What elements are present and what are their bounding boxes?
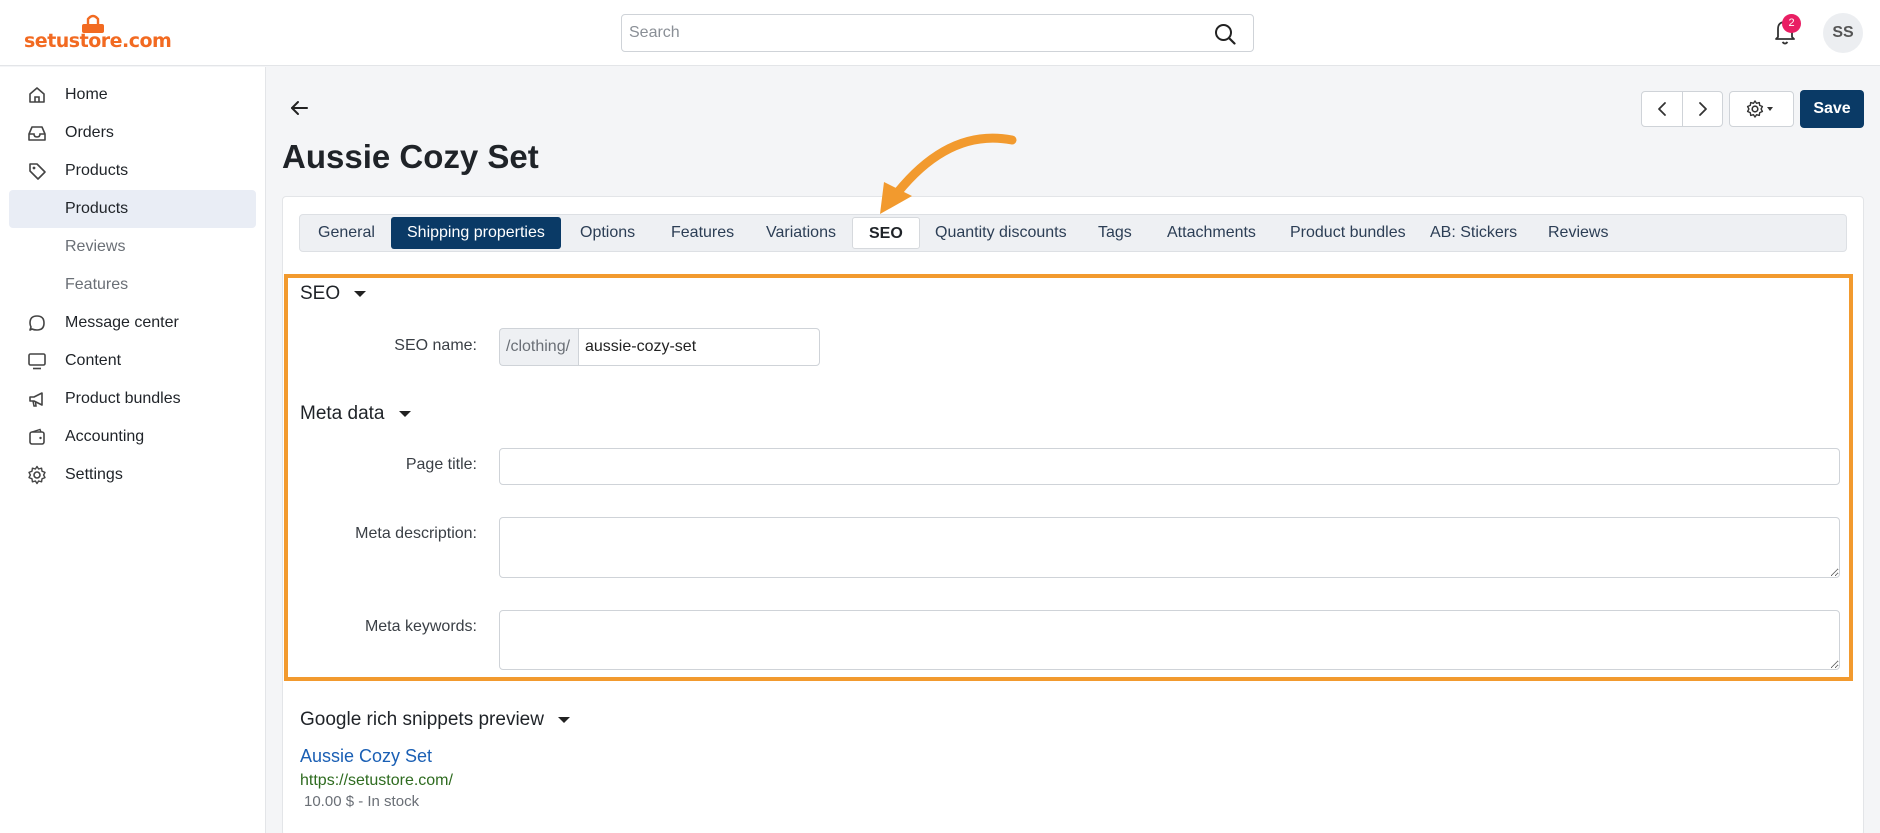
sidebar-item-label: Content	[65, 352, 122, 369]
sidebar-item-settings[interactable]: Settings	[0, 456, 266, 494]
gear-icon	[1746, 100, 1773, 118]
sidebar: Home Orders Products Products Reviews Fe…	[0, 67, 266, 833]
back-arrow-icon[interactable]	[287, 96, 311, 120]
meta-description-label: Meta description:	[355, 525, 477, 542]
shopping-bag-icon	[82, 14, 104, 33]
sidebar-item-label: Accounting	[65, 428, 145, 445]
tab-bar: General Shipping properties Options Feat…	[299, 214, 1847, 252]
inbox-icon	[28, 126, 46, 141]
page-title-input[interactable]	[499, 448, 1840, 485]
sidebar-item-label: Products	[65, 162, 129, 179]
home-icon	[29, 87, 45, 103]
seo-name-label: SEO name:	[394, 337, 477, 354]
top-bar: setustore.com 2 SS	[0, 0, 1880, 66]
tab-ab-stickers[interactable]: AB: Stickers	[1414, 217, 1533, 249]
annotation-arrow-icon	[880, 133, 1017, 214]
sidebar-subitem-features[interactable]: Features	[0, 266, 266, 304]
caret-down-icon	[354, 291, 367, 297]
sidebar-item-label: Features	[65, 276, 129, 293]
tab-shipping-properties[interactable]: Shipping properties	[391, 217, 561, 249]
sidebar-item-label: Settings	[65, 466, 123, 483]
tag-icon	[29, 163, 46, 180]
settings-dropdown-button[interactable]	[1729, 91, 1794, 127]
page-title-label: Page title:	[405, 456, 477, 473]
notification-badge: 2	[1782, 14, 1801, 33]
section-title: Google rich snippets preview	[300, 709, 544, 730]
meta-description-textarea[interactable]	[499, 517, 1840, 578]
section-title: SEO	[300, 283, 341, 304]
snippet-meta: 10.00 $ - In stock	[304, 793, 420, 810]
tab-variations[interactable]: Variations	[750, 217, 852, 249]
search-icon[interactable]	[1214, 23, 1236, 45]
seo-name-prefix: /clothing/	[499, 328, 578, 366]
snippet-title: Aussie Cozy Set	[300, 746, 433, 766]
next-button[interactable]	[1683, 92, 1723, 126]
tab-general[interactable]: General	[302, 217, 391, 249]
tab-attachments[interactable]: Attachments	[1151, 217, 1272, 249]
sidebar-item-orders[interactable]: Orders	[0, 114, 266, 152]
sidebar-item-label: Products	[65, 200, 129, 217]
sidebar-item-home[interactable]: Home	[0, 76, 266, 114]
sidebar-item-content[interactable]: Content	[0, 342, 266, 380]
caret-down-icon	[557, 717, 570, 723]
tab-reviews[interactable]: Reviews	[1532, 217, 1624, 249]
sidebar-item-message-center[interactable]: Message center	[0, 304, 266, 342]
tab-options[interactable]: Options	[564, 217, 651, 249]
avatar[interactable]: SS	[1823, 13, 1863, 53]
meta-keywords-label: Meta keywords:	[364, 618, 477, 635]
search-input[interactable]	[622, 15, 1182, 51]
snippet-url: https://setustore.com/	[300, 772, 453, 789]
sidebar-item-label: Message center	[65, 314, 179, 331]
sidebar-item-products[interactable]: Products	[0, 152, 266, 190]
chevron-left-icon	[1658, 102, 1666, 116]
sidebar-item-label: Reviews	[65, 238, 126, 255]
sidebar-subitem-products[interactable]: Products	[9, 190, 256, 228]
gear-icon	[28, 465, 46, 485]
snippets-section-header[interactable]: Google rich snippets preview	[300, 709, 570, 731]
caret-down-icon	[398, 411, 411, 417]
page-title: Aussie Cozy Set	[282, 138, 539, 175]
sidebar-subitem-reviews[interactable]: Reviews	[0, 228, 266, 266]
section-title: Meta data	[300, 403, 385, 424]
monitor-icon	[28, 353, 46, 370]
sidebar-item-product-bundles[interactable]: Product bundles	[0, 380, 266, 418]
meta-keywords-textarea[interactable]	[499, 610, 1840, 670]
tab-features[interactable]: Features	[655, 217, 750, 249]
wallet-icon	[29, 428, 45, 445]
tab-tags[interactable]: Tags	[1082, 217, 1148, 249]
sidebar-item-label: Home	[65, 86, 108, 103]
sidebar-item-label: Product bundles	[65, 390, 181, 407]
chevron-right-icon	[1699, 102, 1707, 116]
sidebar-item-label: Orders	[65, 124, 114, 141]
tab-product-bundles[interactable]: Product bundles	[1274, 217, 1422, 249]
seo-section-header[interactable]: SEO	[300, 283, 367, 305]
prev-button[interactable]	[1642, 92, 1682, 126]
chat-icon	[29, 315, 45, 331]
save-button[interactable]: Save	[1800, 90, 1864, 128]
meta-data-section-header[interactable]: Meta data	[300, 403, 411, 425]
prev-next-group	[1641, 91, 1723, 127]
seo-name-input[interactable]	[578, 328, 820, 366]
logo[interactable]: setustore.com	[24, 14, 172, 52]
search-box[interactable]	[621, 14, 1254, 52]
megaphone-icon	[29, 392, 43, 407]
sidebar-item-accounting[interactable]: Accounting	[0, 418, 266, 456]
